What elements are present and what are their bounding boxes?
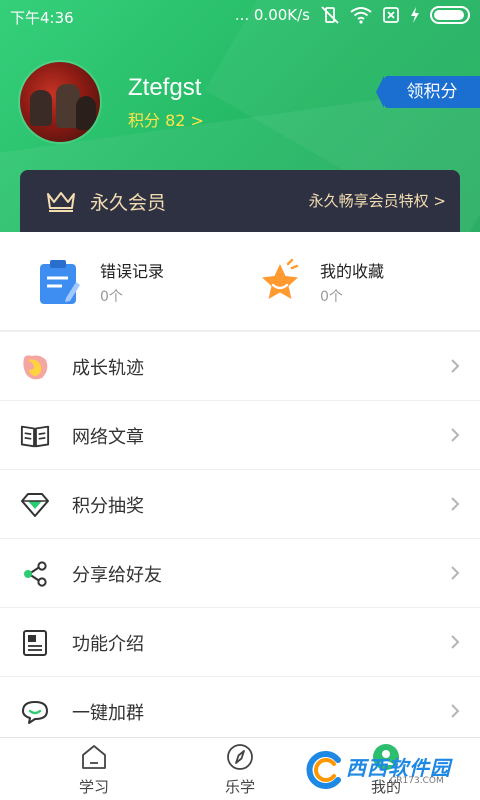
chat-icon bbox=[20, 697, 50, 727]
crown-icon bbox=[47, 192, 75, 212]
tab-label: 乐学 bbox=[224, 778, 255, 796]
bottom-nav: 学习 乐学 我的 西西软件园 CR173.COM bbox=[0, 737, 480, 800]
vip-card[interactable]: 永久会员 永久畅享会员特权 > bbox=[20, 170, 460, 232]
status-bar: 下午4:36 ... 0.00K/s bbox=[0, 0, 480, 32]
quick-item-count: 0个 bbox=[100, 289, 123, 305]
menu-item-articles[interactable]: 网络文章 bbox=[0, 401, 480, 470]
menu-list: 成长轨迹 网络文章 积分抽奖 分享给好友 功能介绍 一键加群 bbox=[0, 332, 480, 746]
star-icon bbox=[262, 258, 299, 299]
status-time: 下午4:36 bbox=[10, 9, 74, 27]
quick-item-title: 错误记录 bbox=[100, 262, 165, 281]
home-icon bbox=[82, 745, 106, 769]
status-icons: ... 0.00K/s bbox=[235, 6, 470, 24]
menu-item-label: 网络文章 bbox=[72, 427, 144, 448]
menu-item-label: 积分抽奖 bbox=[72, 496, 144, 517]
chevron-right-icon bbox=[451, 497, 460, 511]
gem-icon bbox=[20, 490, 50, 520]
menu-item-growth[interactable]: 成长轨迹 bbox=[0, 332, 480, 401]
menu-item-label: 分享给好友 bbox=[72, 565, 162, 586]
chevron-right-icon bbox=[451, 359, 460, 373]
share-icon bbox=[20, 559, 50, 589]
menu-item-label: 一键加群 bbox=[72, 703, 144, 724]
vip-privileges-link[interactable]: 永久畅享会员特权 > bbox=[309, 190, 446, 211]
favorites-item[interactable]: 我的收藏 0个 bbox=[258, 254, 458, 314]
compass-icon bbox=[227, 744, 253, 770]
tab-fun-learning[interactable]: 乐学 bbox=[190, 742, 290, 797]
book-icon bbox=[20, 421, 50, 451]
watermark-url: CR173.COM bbox=[390, 776, 444, 786]
menu-item-lottery[interactable]: 积分抽奖 bbox=[0, 470, 480, 539]
avatar[interactable] bbox=[20, 62, 100, 142]
chevron-right-icon bbox=[451, 428, 460, 442]
network-speed: ... 0.00K/s bbox=[234, 6, 310, 24]
charging-icon bbox=[411, 7, 419, 23]
menu-item-label: 功能介绍 bbox=[72, 634, 144, 655]
growth-icon bbox=[20, 352, 50, 382]
watermark-logo-icon bbox=[306, 751, 341, 789]
menu-item-share[interactable]: 分享给好友 bbox=[0, 539, 480, 608]
username[interactable]: Ztefgst bbox=[128, 74, 201, 102]
error-records-item[interactable]: 错误记录 0个 bbox=[38, 254, 238, 314]
chevron-right-icon bbox=[451, 566, 460, 580]
battery-icon bbox=[430, 6, 470, 24]
sim-icon bbox=[383, 7, 399, 23]
vibrate-off-icon bbox=[321, 6, 339, 24]
quick-item-title: 我的收藏 bbox=[320, 262, 385, 281]
chevron-right-icon bbox=[451, 635, 460, 649]
chevron-right-icon bbox=[451, 704, 460, 718]
notepad-icon bbox=[40, 260, 80, 304]
menu-item-join-group[interactable]: 一键加群 bbox=[0, 677, 480, 746]
wifi-icon bbox=[350, 7, 372, 24]
quick-item-count: 0个 bbox=[320, 289, 343, 305]
quick-actions: 错误记录 0个 我的收藏 0个 bbox=[0, 232, 480, 330]
tab-study[interactable]: 学习 bbox=[44, 742, 144, 797]
vip-title: 永久会员 bbox=[90, 192, 167, 214]
tab-label: 学习 bbox=[78, 778, 109, 796]
menu-item-features[interactable]: 功能介绍 bbox=[0, 608, 480, 677]
watermark: 西西软件园 CR173.COM bbox=[304, 748, 474, 792]
points-link[interactable]: 积分 82 > bbox=[128, 107, 204, 131]
menu-item-label: 成长轨迹 bbox=[72, 358, 144, 379]
get-points-button[interactable]: 领积分 bbox=[376, 76, 480, 108]
document-icon bbox=[20, 628, 50, 658]
